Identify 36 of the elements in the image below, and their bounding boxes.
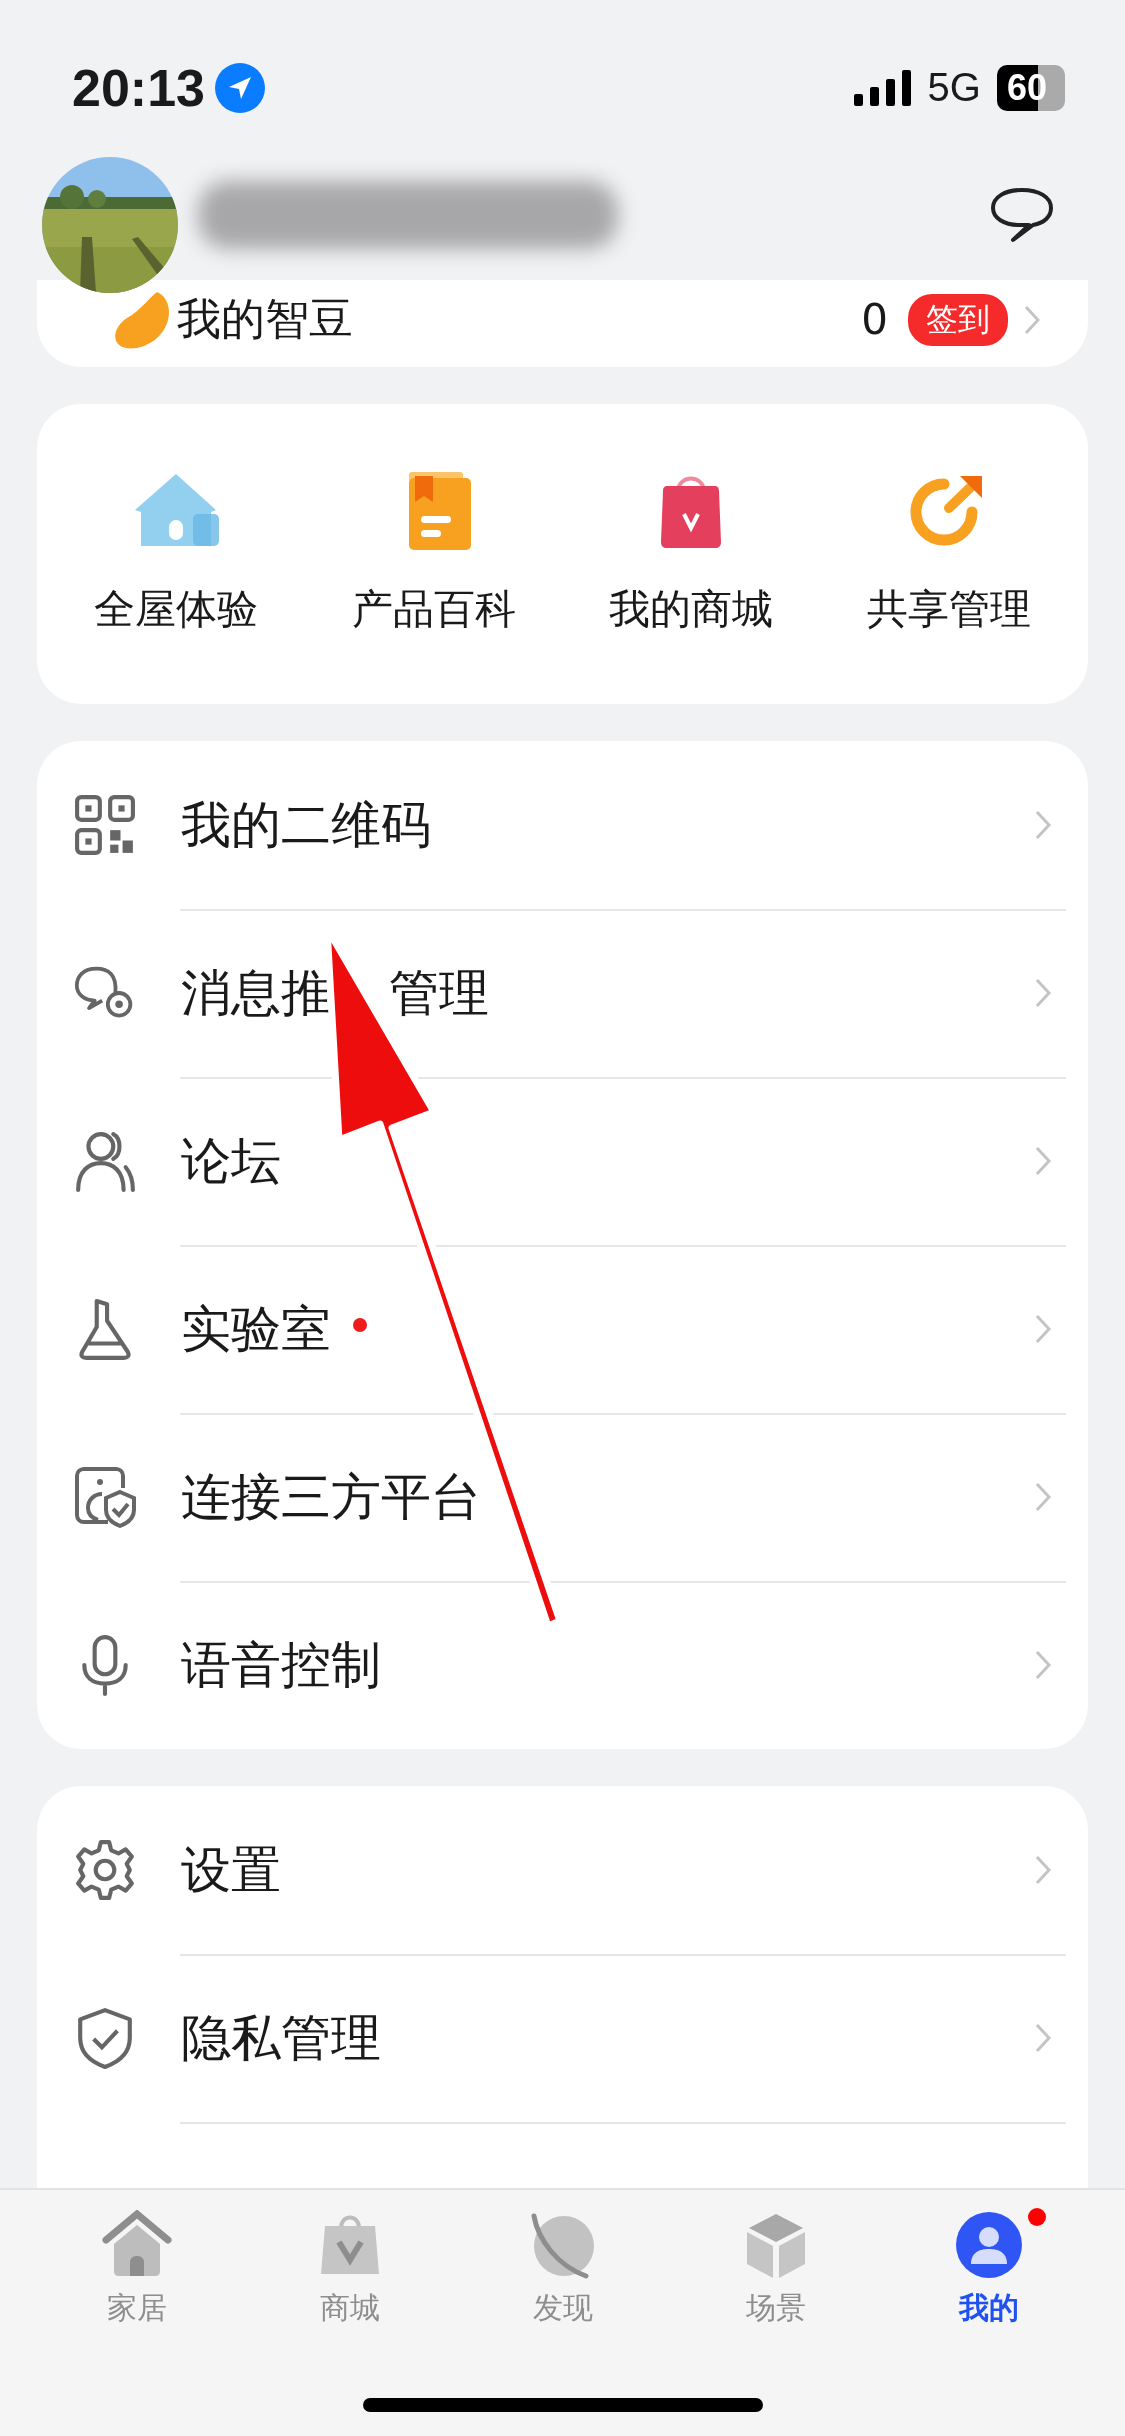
chevron-icon <box>1035 1855 1051 1885</box>
chevron-icon <box>1035 1482 1051 1512</box>
qr-code-icon <box>74 794 136 856</box>
shortcut-item[interactable]: 我的商城 <box>571 471 812 637</box>
chevron-icon <box>1024 304 1040 335</box>
signal-icon <box>853 69 912 106</box>
location-icon <box>215 62 265 113</box>
shield-check-icon <box>74 1466 136 1528</box>
sign-in-button[interactable]: 签到 <box>908 293 1008 346</box>
chevron-icon <box>1035 978 1051 1008</box>
menu-row[interactable]: 语音控制 <box>37 1581 1088 1749</box>
chevron-icon <box>1035 1314 1051 1344</box>
beans-count: 0 <box>861 295 888 344</box>
network-label: 5G <box>927 65 981 110</box>
chat-icon[interactable] <box>989 187 1055 243</box>
menu-row[interactable]: 隐私管理 <box>37 1954 1088 2122</box>
chevron-icon <box>1035 810 1051 840</box>
menu-row[interactable]: 设置 <box>37 1786 1088 1954</box>
menu-row[interactable]: 我的二维码 <box>37 741 1088 909</box>
notification-dot <box>353 1318 367 1332</box>
beans-label: 我的智豆 <box>177 292 353 346</box>
settings-icon <box>74 1839 136 1901</box>
users-icon <box>74 1130 136 1192</box>
shortcut-item[interactable]: 全屋体验 <box>55 471 296 637</box>
user-avatar-icon <box>953 2210 1024 2280</box>
chevron-icon <box>1035 1650 1051 1680</box>
menu-row[interactable]: 连接三方平台 <box>37 1413 1088 1581</box>
chevron-icon <box>1035 1146 1051 1176</box>
shortcut-item[interactable]: 产品百科 <box>313 471 554 637</box>
menu-row[interactable]: 消息推 管理 <box>37 909 1088 1077</box>
chevron-icon <box>1035 2023 1051 2053</box>
shortcut-item[interactable]: 共享管理 <box>829 471 1070 637</box>
status-time: 20:13 <box>72 57 205 118</box>
menu-row[interactable]: 实验室 <box>37 1245 1088 1413</box>
tab[interactable]: 我的 <box>898 2210 1079 2329</box>
menu-row[interactable]: 论坛 <box>37 1077 1088 1245</box>
